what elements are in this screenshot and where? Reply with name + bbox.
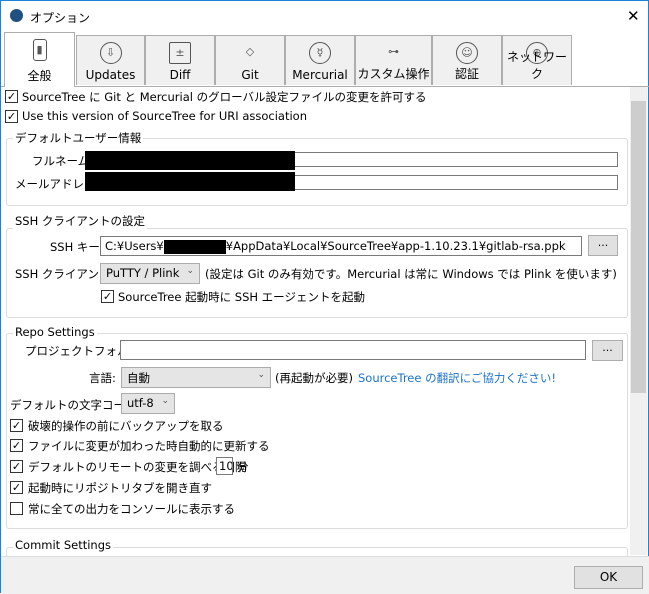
- console-output-label: 常に全ての出力をコンソールに表示する: [28, 502, 235, 516]
- custom-actions-icon: ⊶: [388, 45, 399, 58]
- tab-divider: [1, 86, 649, 87]
- window-title: オプション: [30, 11, 91, 25]
- git-icon: ◇: [245, 45, 255, 58]
- language-label: 言語:: [89, 371, 116, 385]
- tab-custom-actions[interactable]: ⊶ カスタム操作: [355, 35, 432, 85]
- ssh-group-title: SSH クライアントの設定: [13, 213, 147, 229]
- redacted-username: [163, 239, 226, 254]
- project-folder-input[interactable]: [120, 340, 586, 360]
- redacted-email: [85, 172, 295, 191]
- project-folder-browse-button[interactable]: ...: [592, 340, 623, 361]
- tab-general[interactable]: ▮ 全般: [4, 32, 75, 87]
- close-icon[interactable]: ✕: [627, 7, 640, 25]
- tab-updates[interactable]: ⇩ Updates: [76, 35, 145, 85]
- uri-assoc-label: Use this version of SourceTree for URI a…: [22, 109, 307, 123]
- tab-mercurial[interactable]: ☿ Mercurial: [285, 35, 355, 85]
- remote-check-checkbox[interactable]: ✓: [10, 460, 23, 473]
- tab-network[interactable]: ⊕ ネットワーク: [502, 35, 572, 85]
- translate-link[interactable]: SourceTree の翻訳にご協力ください!: [358, 370, 556, 386]
- uri-assoc-checkbox[interactable]: ✓: [5, 110, 18, 123]
- repo-settings-title: Repo Settings: [13, 325, 97, 339]
- backup-checkbox[interactable]: ✓: [10, 419, 23, 432]
- ssh-client-note: (設定は Git のみ有効です。Mercurial は常に Windows では…: [205, 267, 617, 281]
- commit-settings-title: Commit Settings: [13, 538, 113, 552]
- user-icon: ☺: [456, 42, 478, 64]
- language-select[interactable]: 自動 ⌄: [121, 367, 271, 388]
- auto-refresh-label: ファイルに変更が加わった時自動的に更新する: [28, 439, 270, 453]
- ssh-agent-label: SourceTree 起動時に SSH エージェントを起動: [118, 290, 365, 304]
- app-icon: [10, 9, 23, 22]
- remote-check-label: デフォルトのリモートの変更を調べる間隔: [28, 460, 247, 474]
- tab-auth[interactable]: ☺ 認証: [432, 35, 502, 85]
- reopen-tabs-checkbox[interactable]: ✓: [10, 481, 23, 494]
- allow-global-checkbox[interactable]: ✓: [5, 90, 18, 103]
- scrollbar[interactable]: [630, 87, 647, 555]
- console-output-checkbox[interactable]: [10, 502, 23, 515]
- footer: [1, 556, 649, 594]
- diff-icon: ±: [169, 42, 191, 64]
- fullname-label: フルネーム:: [32, 154, 94, 168]
- backup-label: 破壊的操作の前にバックアップを取る: [28, 419, 224, 433]
- ssh-key-browse-button[interactable]: ...: [588, 235, 618, 256]
- tab-diff[interactable]: ± Diff: [145, 35, 215, 85]
- user-info-group-title: デフォルトユーザー情報: [13, 130, 144, 146]
- ok-button[interactable]: OK: [574, 566, 643, 589]
- encoding-select[interactable]: utf-8 ⌄: [121, 393, 175, 414]
- ssh-agent-checkbox[interactable]: ✓: [101, 290, 114, 303]
- tab-git[interactable]: ◇ Git: [215, 35, 285, 85]
- remote-interval-input[interactable]: 10: [216, 457, 233, 475]
- language-note: (再起動が必要): [275, 371, 353, 385]
- chevron-down-icon: ⌄: [186, 266, 194, 276]
- allow-global-label: SourceTree に Git と Mercurial のグローバル設定ファイ…: [22, 90, 427, 104]
- chevron-down-icon: ⌄: [161, 396, 169, 406]
- remote-unit-label: 分: [237, 460, 249, 474]
- ssh-key-input[interactable]: C:¥Users¥ ¥AppData¥Local¥SourceTree¥app-1…: [100, 236, 582, 256]
- download-icon: ⇩: [99, 42, 122, 64]
- chevron-down-icon: ⌄: [257, 370, 265, 380]
- general-icon: ▮: [32, 39, 47, 61]
- mercurial-icon: ☿: [309, 42, 331, 64]
- redacted-fullname: [85, 151, 295, 170]
- ssh-key-label: SSH キー:: [50, 240, 104, 254]
- auto-refresh-checkbox[interactable]: ✓: [10, 439, 23, 452]
- scroll-thumb[interactable]: [631, 101, 646, 393]
- reopen-tabs-label: 起動時にリポジトリタブを開き直す: [28, 481, 212, 495]
- ssh-client-select[interactable]: PuTTY / Plink ⌄: [100, 263, 200, 284]
